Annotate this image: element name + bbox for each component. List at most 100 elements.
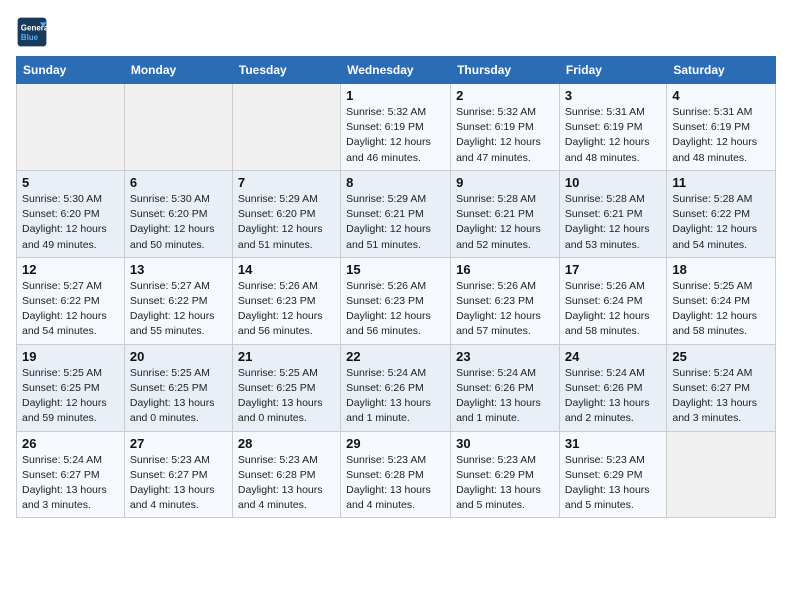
day-header-saturday: Saturday bbox=[667, 57, 776, 84]
calendar-cell: 20 Sunrise: 5:25 AM Sunset: 6:25 PM Dayli… bbox=[124, 344, 232, 431]
day-number: 6 bbox=[130, 175, 227, 190]
calendar-week-row: 5 Sunrise: 5:30 AM Sunset: 6:20 PM Daylig… bbox=[17, 170, 776, 257]
day-info: Sunrise: 5:28 AM Sunset: 6:22 PM Dayligh… bbox=[672, 192, 770, 253]
day-number: 20 bbox=[130, 349, 227, 364]
calendar-cell: 30 Sunrise: 5:23 AM Sunset: 6:29 PM Dayli… bbox=[451, 431, 560, 518]
day-info: Sunrise: 5:31 AM Sunset: 6:19 PM Dayligh… bbox=[565, 105, 661, 166]
day-info: Sunrise: 5:23 AM Sunset: 6:28 PM Dayligh… bbox=[238, 453, 335, 514]
day-info: Sunrise: 5:25 AM Sunset: 6:25 PM Dayligh… bbox=[238, 366, 335, 427]
day-info: Sunrise: 5:30 AM Sunset: 6:20 PM Dayligh… bbox=[130, 192, 227, 253]
calendar-cell: 18 Sunrise: 5:25 AM Sunset: 6:24 PM Dayli… bbox=[667, 257, 776, 344]
day-info: Sunrise: 5:31 AM Sunset: 6:19 PM Dayligh… bbox=[672, 105, 770, 166]
page-header: General Blue bbox=[16, 16, 776, 48]
day-info: Sunrise: 5:26 AM Sunset: 6:23 PM Dayligh… bbox=[238, 279, 335, 340]
day-info: Sunrise: 5:26 AM Sunset: 6:23 PM Dayligh… bbox=[456, 279, 554, 340]
calendar-cell: 8Sunrise: 5:29 AM Sunset: 6:21 PM Daylig… bbox=[341, 170, 451, 257]
calendar-week-row: 12 Sunrise: 5:27 AM Sunset: 6:22 PM Dayli… bbox=[17, 257, 776, 344]
day-number: 29 bbox=[346, 436, 445, 451]
calendar-table: SundayMondayTuesdayWednesdayThursdayFrid… bbox=[16, 56, 776, 518]
calendar-cell: 9Sunrise: 5:28 AM Sunset: 6:21 PM Daylig… bbox=[451, 170, 560, 257]
day-number: 25 bbox=[672, 349, 770, 364]
day-number: 17 bbox=[565, 262, 661, 277]
day-info: Sunrise: 5:25 AM Sunset: 6:24 PM Dayligh… bbox=[672, 279, 770, 340]
calendar-cell bbox=[124, 84, 232, 171]
calendar-week-row: 26Sunrise: 5:24 AM Sunset: 6:27 PM Dayli… bbox=[17, 431, 776, 518]
day-info: Sunrise: 5:23 AM Sunset: 6:29 PM Dayligh… bbox=[456, 453, 554, 514]
day-info: Sunrise: 5:23 AM Sunset: 6:29 PM Dayligh… bbox=[565, 453, 661, 514]
day-number: 12 bbox=[22, 262, 119, 277]
day-info: Sunrise: 5:25 AM Sunset: 6:25 PM Dayligh… bbox=[130, 366, 227, 427]
calendar-cell: 5 Sunrise: 5:30 AM Sunset: 6:20 PM Daylig… bbox=[17, 170, 125, 257]
calendar-cell: 12 Sunrise: 5:27 AM Sunset: 6:22 PM Dayli… bbox=[17, 257, 125, 344]
day-header-friday: Friday bbox=[559, 57, 666, 84]
day-info: Sunrise: 5:28 AM Sunset: 6:21 PM Dayligh… bbox=[456, 192, 554, 253]
calendar-cell: 11 Sunrise: 5:28 AM Sunset: 6:22 PM Dayli… bbox=[667, 170, 776, 257]
day-number: 23 bbox=[456, 349, 554, 364]
day-number: 31 bbox=[565, 436, 661, 451]
day-header-wednesday: Wednesday bbox=[341, 57, 451, 84]
svg-text:Blue: Blue bbox=[21, 33, 39, 42]
calendar-cell: 29 Sunrise: 5:23 AM Sunset: 6:28 PM Dayli… bbox=[341, 431, 451, 518]
day-number: 21 bbox=[238, 349, 335, 364]
day-number: 18 bbox=[672, 262, 770, 277]
calendar-week-row: 19 Sunrise: 5:25 AM Sunset: 6:25 PM Dayli… bbox=[17, 344, 776, 431]
day-info: Sunrise: 5:27 AM Sunset: 6:22 PM Dayligh… bbox=[130, 279, 227, 340]
day-info: Sunrise: 5:25 AM Sunset: 6:25 PM Dayligh… bbox=[22, 366, 119, 427]
day-number: 14 bbox=[238, 262, 335, 277]
calendar-cell: 31 Sunrise: 5:23 AM Sunset: 6:29 PM Dayli… bbox=[559, 431, 666, 518]
day-info: Sunrise: 5:26 AM Sunset: 6:23 PM Dayligh… bbox=[346, 279, 445, 340]
day-number: 10 bbox=[565, 175, 661, 190]
calendar-cell: 4 Sunrise: 5:31 AM Sunset: 6:19 PM Daylig… bbox=[667, 84, 776, 171]
calendar-cell: 26Sunrise: 5:24 AM Sunset: 6:27 PM Dayli… bbox=[17, 431, 125, 518]
day-info: Sunrise: 5:28 AM Sunset: 6:21 PM Dayligh… bbox=[565, 192, 661, 253]
day-number: 2 bbox=[456, 88, 554, 103]
day-number: 15 bbox=[346, 262, 445, 277]
day-number: 8 bbox=[346, 175, 445, 190]
calendar-cell: 23 Sunrise: 5:24 AM Sunset: 6:26 PM Dayli… bbox=[451, 344, 560, 431]
day-number: 16 bbox=[456, 262, 554, 277]
day-info: Sunrise: 5:26 AM Sunset: 6:24 PM Dayligh… bbox=[565, 279, 661, 340]
calendar-cell bbox=[232, 84, 340, 171]
day-header-sunday: Sunday bbox=[17, 57, 125, 84]
calendar-cell: 14 Sunrise: 5:26 AM Sunset: 6:23 PM Dayli… bbox=[232, 257, 340, 344]
day-header-tuesday: Tuesday bbox=[232, 57, 340, 84]
day-info: Sunrise: 5:30 AM Sunset: 6:20 PM Dayligh… bbox=[22, 192, 119, 253]
calendar-cell: 27 Sunrise: 5:23 AM Sunset: 6:27 PM Dayli… bbox=[124, 431, 232, 518]
day-number: 5 bbox=[22, 175, 119, 190]
day-info: Sunrise: 5:23 AM Sunset: 6:28 PM Dayligh… bbox=[346, 453, 445, 514]
day-number: 24 bbox=[565, 349, 661, 364]
day-number: 28 bbox=[238, 436, 335, 451]
calendar-cell: 17 Sunrise: 5:26 AM Sunset: 6:24 PM Dayli… bbox=[559, 257, 666, 344]
day-info: Sunrise: 5:24 AM Sunset: 6:26 PM Dayligh… bbox=[346, 366, 445, 427]
calendar-cell: 24 Sunrise: 5:24 AM Sunset: 6:26 PM Dayli… bbox=[559, 344, 666, 431]
calendar-cell: 21 Sunrise: 5:25 AM Sunset: 6:25 PM Dayli… bbox=[232, 344, 340, 431]
calendar-cell: 3Sunrise: 5:31 AM Sunset: 6:19 PM Daylig… bbox=[559, 84, 666, 171]
day-number: 11 bbox=[672, 175, 770, 190]
calendar-cell: 22 Sunrise: 5:24 AM Sunset: 6:26 PM Dayli… bbox=[341, 344, 451, 431]
day-number: 13 bbox=[130, 262, 227, 277]
day-info: Sunrise: 5:29 AM Sunset: 6:20 PM Dayligh… bbox=[238, 192, 335, 253]
day-number: 26 bbox=[22, 436, 119, 451]
day-number: 4 bbox=[672, 88, 770, 103]
calendar-week-row: 1Sunrise: 5:32 AM Sunset: 6:19 PM Daylig… bbox=[17, 84, 776, 171]
day-number: 30 bbox=[456, 436, 554, 451]
calendar-cell: 10 Sunrise: 5:28 AM Sunset: 6:21 PM Dayli… bbox=[559, 170, 666, 257]
day-info: Sunrise: 5:27 AM Sunset: 6:22 PM Dayligh… bbox=[22, 279, 119, 340]
day-info: Sunrise: 5:24 AM Sunset: 6:26 PM Dayligh… bbox=[565, 366, 661, 427]
days-header-row: SundayMondayTuesdayWednesdayThursdayFrid… bbox=[17, 57, 776, 84]
calendar-cell: 28 Sunrise: 5:23 AM Sunset: 6:28 PM Dayli… bbox=[232, 431, 340, 518]
day-number: 22 bbox=[346, 349, 445, 364]
calendar-cell: 7Sunrise: 5:29 AM Sunset: 6:20 PM Daylig… bbox=[232, 170, 340, 257]
day-number: 27 bbox=[130, 436, 227, 451]
calendar-cell: 16 Sunrise: 5:26 AM Sunset: 6:23 PM Dayli… bbox=[451, 257, 560, 344]
calendar-cell: 19 Sunrise: 5:25 AM Sunset: 6:25 PM Dayli… bbox=[17, 344, 125, 431]
calendar-cell: 6 Sunrise: 5:30 AM Sunset: 6:20 PM Daylig… bbox=[124, 170, 232, 257]
day-info: Sunrise: 5:23 AM Sunset: 6:27 PM Dayligh… bbox=[130, 453, 227, 514]
logo: General Blue bbox=[16, 16, 52, 48]
day-info: Sunrise: 5:24 AM Sunset: 6:26 PM Dayligh… bbox=[456, 366, 554, 427]
day-header-monday: Monday bbox=[124, 57, 232, 84]
day-number: 19 bbox=[22, 349, 119, 364]
day-info: Sunrise: 5:32 AM Sunset: 6:19 PM Dayligh… bbox=[456, 105, 554, 166]
calendar-cell: 1Sunrise: 5:32 AM Sunset: 6:19 PM Daylig… bbox=[341, 84, 451, 171]
calendar-cell: 13 Sunrise: 5:27 AM Sunset: 6:22 PM Dayli… bbox=[124, 257, 232, 344]
